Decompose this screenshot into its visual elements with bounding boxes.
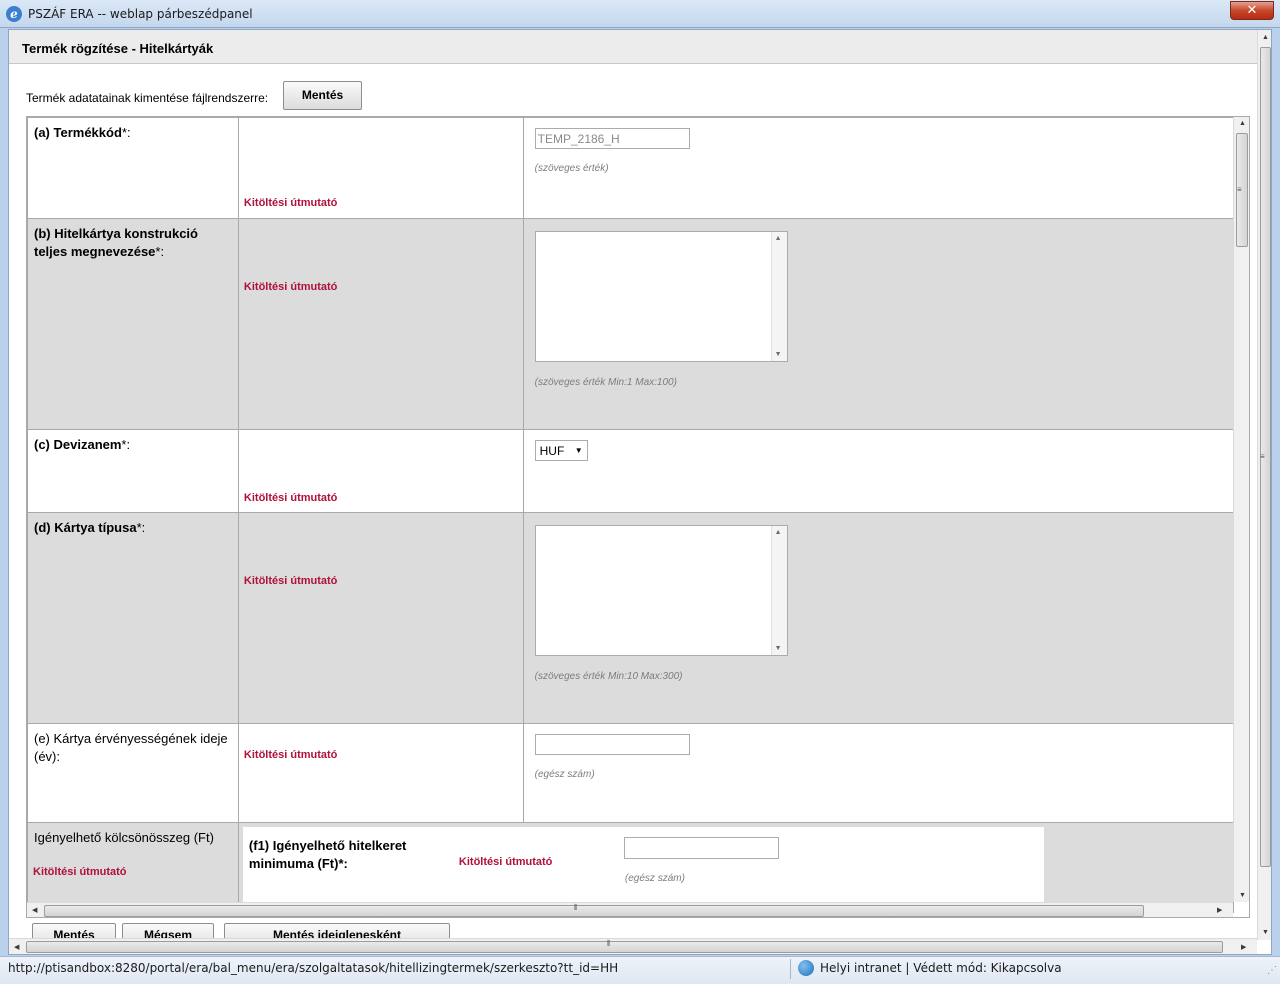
currency-selected-value: HUF <box>539 444 565 458</box>
dropdown-arrow-icon: ▼ <box>574 446 583 455</box>
value-hint: (szöveges érték Min:10 Max:300) <box>534 671 683 682</box>
resize-grip-icon[interactable]: ⋰ <box>1267 965 1277 976</box>
value-hint: (egész szám) <box>534 769 595 780</box>
save-to-filesystem-label: Termék adatatainak kimentése fájlrendsze… <box>26 91 269 105</box>
fill-guide-link[interactable]: Kitöltési útmutató <box>459 856 553 868</box>
form-row-card-validity: (e) Kártya érvényességének ideje (év): K… <box>27 723 1235 823</box>
fill-guide-link[interactable]: Kitöltési útmutató <box>33 866 127 878</box>
scroll-down-arrow-icon[interactable]: ▼ <box>775 351 782 358</box>
required-marker: *: <box>121 437 131 452</box>
scroll-down-arrow-icon[interactable]: ▼ <box>775 645 782 652</box>
status-url: http://ptisandbox:8280/portal/era/bal_me… <box>8 961 619 975</box>
fill-guide-link[interactable]: Kitöltési útmutató <box>244 197 338 209</box>
field-label: (d) Kártya típusa <box>34 520 137 535</box>
scroll-right-arrow-icon[interactable]: ▶ <box>1241 943 1246 951</box>
textarea-scrollbar[interactable]: ▲ ▼ <box>770 526 787 655</box>
required-marker: *: <box>155 244 165 259</box>
scroll-up-arrow-icon[interactable]: ▲ <box>775 235 782 242</box>
product-code-input[interactable]: TEMP_2186_H <box>534 128 690 149</box>
scroll-up-arrow-icon[interactable]: ▲ <box>1262 34 1269 41</box>
field-label: (c) Devizanem <box>34 437 122 452</box>
value-hint: (szöveges érték) <box>534 163 609 174</box>
nested-field-min-credit-line: (f1) Igényelhető hitelkeret minimuma (Ft… <box>242 827 1044 903</box>
scroll-up-arrow-icon[interactable]: ▲ <box>775 529 782 536</box>
page-horizontal-scrollbar[interactable]: ◀ ⦀ ▶ <box>9 938 1257 954</box>
textarea-scrollbar[interactable]: ▲ ▼ <box>770 232 787 361</box>
field-label: (a) Termékkód <box>34 125 122 140</box>
security-zone-text: Helyi intranet | Védett mód: Kikapcsolva <box>820 961 1062 975</box>
frame-vertical-scrollbar[interactable]: ▲ ≡ ▼ <box>1233 117 1249 902</box>
scroll-left-arrow-icon[interactable]: ◀ <box>14 943 19 951</box>
currency-select[interactable]: HUF ▼ <box>534 440 588 461</box>
export-save-button[interactable]: Mentés <box>283 81 362 110</box>
card-type-textarea[interactable]: ▲ ▼ <box>534 525 788 656</box>
status-bar: http://ptisandbox:8280/portal/era/bal_me… <box>0 956 1280 984</box>
scrollbar-grip-icon: ≡ <box>1260 452 1265 461</box>
window-title-bar: e PSZÁF ERA -- weblap párbeszédpanel ✕ <box>0 0 1280 28</box>
fill-guide-link[interactable]: Kitöltési útmutató <box>244 281 338 293</box>
window-title: PSZÁF ERA -- weblap párbeszédpanel <box>28 7 253 21</box>
value-hint: (szöveges érték Min:1 Max:100) <box>534 377 677 388</box>
scroll-left-arrow-icon[interactable]: ◀ <box>32 906 37 914</box>
scrollbar-grip-icon: ≡ <box>1237 185 1242 194</box>
dialog-content: Termék rögzítése - Hitelkártyák Termék a… <box>8 29 1272 955</box>
scrollbar-grip-icon: ⦀ <box>574 903 578 912</box>
card-validity-input[interactable] <box>534 734 690 755</box>
scroll-up-arrow-icon[interactable]: ▲ <box>1239 120 1246 127</box>
page-vertical-scrollbar[interactable]: ▲ ≡ ▼ <box>1257 30 1271 940</box>
form-row-currency: (c) Devizanem*: Kitöltési útmutató HUF ▼ <box>27 429 1235 513</box>
frame-horizontal-scrollbar[interactable]: ◀ ⦀ ▶ <box>27 902 1233 917</box>
form-frame: (a) Termékkód*: Kitöltési útmutató TEMP_… <box>26 116 1250 918</box>
fill-guide-link[interactable]: Kitöltési útmutató <box>244 749 338 761</box>
field-label: (b) Hitelkártya konstrukció teljes megne… <box>34 226 198 259</box>
form-row-construction-name: (b) Hitelkártya konstrukció teljes megne… <box>27 218 1235 430</box>
value-hint: (egész szám) <box>624 873 685 884</box>
status-separator <box>790 959 791 979</box>
required-marker: *: <box>136 520 146 535</box>
group-label: Igényelhető kölcsönösszeg (Ft) <box>34 830 214 845</box>
window-close-button[interactable]: ✕ <box>1230 1 1274 20</box>
scrollbar-thumb[interactable] <box>44 905 1144 917</box>
scroll-down-arrow-icon[interactable]: ▼ <box>1239 892 1246 899</box>
min-credit-line-input[interactable] <box>623 837 779 859</box>
page-title: Termék rögzítése - Hitelkártyák <box>22 41 214 56</box>
form-row-loan-amount-group: Igényelhető kölcsönösszeg (Ft) Kitöltési… <box>27 822 1235 913</box>
fill-guide-link[interactable]: Kitöltési útmutató <box>244 575 338 587</box>
product-form-table: (a) Termékkód*: Kitöltési útmutató TEMP_… <box>27 117 1235 913</box>
scroll-down-arrow-icon[interactable]: ▼ <box>1262 929 1269 936</box>
internet-explorer-icon: e <box>6 6 22 22</box>
construction-name-textarea[interactable]: ▲ ▼ <box>534 231 788 362</box>
form-row-product-code: (a) Termékkód*: Kitöltési útmutató TEMP_… <box>27 117 1235 219</box>
required-marker: *: <box>121 125 131 140</box>
field-label: (e) Kártya érvényességének ideje (év): <box>34 731 228 764</box>
field-label: (f1) Igényelhető hitelkeret minimuma (Ft… <box>248 838 407 871</box>
page-header: Termék rögzítése - Hitelkártyák <box>9 30 1257 64</box>
intranet-zone-icon <box>798 960 814 976</box>
scroll-right-arrow-icon[interactable]: ▶ <box>1217 906 1222 914</box>
form-row-card-type: (d) Kártya típusa*: Kitöltési útmutató ▲… <box>27 512 1235 724</box>
fill-guide-link[interactable]: Kitöltési útmutató <box>244 492 338 504</box>
scrollbar-thumb[interactable] <box>26 941 1223 953</box>
scrollbar-grip-icon: ⦀ <box>607 939 611 948</box>
